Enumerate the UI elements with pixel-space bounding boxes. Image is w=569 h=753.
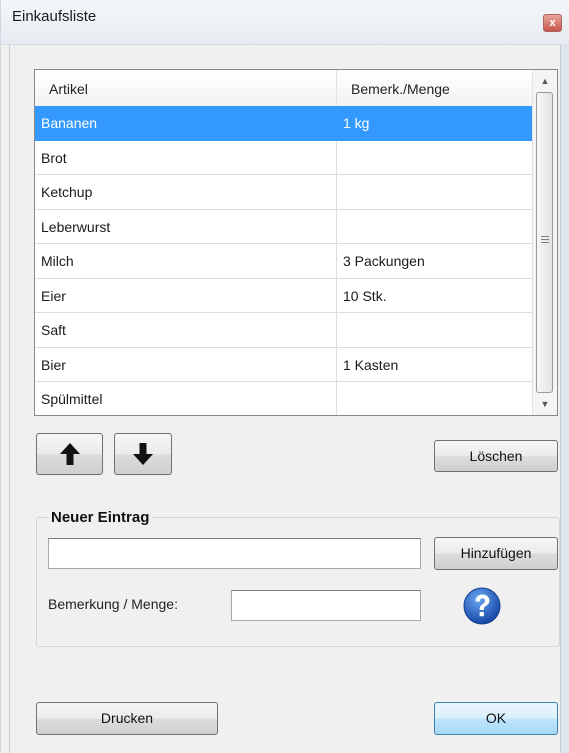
list-item-note: 10 Stk. bbox=[343, 287, 387, 304]
move-up-button[interactable] bbox=[36, 433, 103, 475]
list-rows: Bananen 1 kg Brot Ketchup Leberwurst Milch 3 P… bbox=[35, 106, 532, 415]
list-item-name: Saft bbox=[35, 313, 337, 347]
window-frame-right bbox=[560, 44, 569, 753]
list-item[interactable]: Leberwurst bbox=[35, 209, 532, 244]
list-item-note: 1 kg bbox=[343, 115, 370, 131]
new-entry-title: Neuer Eintrag bbox=[48, 509, 153, 526]
window-frame-left bbox=[9, 44, 10, 753]
list-item[interactable]: Eier 10 Stk. bbox=[35, 278, 532, 313]
list-item-note bbox=[337, 313, 532, 347]
window-title: Einkaufsliste bbox=[12, 8, 97, 25]
list-header: Artikel Bemerk./Menge bbox=[35, 70, 532, 107]
column-header-note[interactable]: Bemerk./Menge bbox=[337, 70, 532, 106]
list-item-note bbox=[337, 210, 532, 244]
list-item-name: Bier bbox=[35, 347, 337, 382]
move-down-button[interactable] bbox=[114, 433, 172, 475]
arrow-up-icon bbox=[59, 443, 80, 465]
list-item[interactable]: Ketchup bbox=[35, 175, 532, 210]
list-item[interactable]: Brot bbox=[35, 140, 532, 175]
list-item-name: Bananen bbox=[35, 106, 337, 140]
close-button[interactable]: x bbox=[543, 14, 562, 32]
list-item-note bbox=[337, 141, 532, 175]
list-item-note: 3 Packungen bbox=[343, 253, 425, 269]
list-item[interactable]: Spülmittel bbox=[35, 382, 532, 415]
list-item-note bbox=[337, 175, 532, 209]
scrollbar-grip-icon bbox=[541, 236, 549, 245]
list-item-name: Leberwurst bbox=[35, 209, 337, 244]
list-item[interactable]: Bier 1 Kasten bbox=[35, 347, 532, 382]
scroll-down-arrow-icon[interactable]: ▼ bbox=[533, 393, 557, 415]
add-button[interactable]: Hinzufügen bbox=[434, 537, 558, 570]
close-icon: x bbox=[549, 17, 556, 29]
help-button[interactable] bbox=[463, 587, 501, 625]
list-item-name: Spülmittel bbox=[35, 382, 337, 415]
help-icon bbox=[463, 587, 501, 625]
column-header-item[interactable]: Artikel bbox=[35, 70, 337, 106]
list-item-name: Brot bbox=[35, 140, 337, 175]
list-item-name: Milch bbox=[35, 244, 337, 278]
title-bar[interactable]: Einkaufsliste x bbox=[1, 0, 569, 45]
ok-button[interactable]: OK bbox=[434, 702, 558, 735]
delete-button[interactable]: Löschen bbox=[434, 440, 558, 472]
list-item-name: Eier bbox=[35, 278, 337, 313]
new-item-input[interactable] bbox=[48, 538, 421, 569]
list-item[interactable]: Bananen 1 kg bbox=[35, 106, 532, 141]
shopping-list-view[interactable]: Artikel Bemerk./Menge Bananen 1 kg Brot Ket… bbox=[34, 69, 558, 416]
arrow-down-icon bbox=[133, 443, 153, 465]
print-button[interactable]: Drucken bbox=[36, 702, 218, 735]
list-item[interactable]: Milch 3 Packungen bbox=[35, 244, 532, 279]
shopping-list-window: Einkaufsliste x Artikel Bemerk./Menge Ba… bbox=[0, 0, 569, 753]
list-item-note bbox=[337, 382, 532, 415]
list-item[interactable]: Saft bbox=[35, 313, 532, 348]
scrollbar-thumb[interactable] bbox=[536, 92, 553, 393]
list-item-name: Ketchup bbox=[35, 175, 337, 209]
scroll-up-arrow-icon[interactable]: ▲ bbox=[533, 70, 557, 92]
list-item-note: 1 Kasten bbox=[343, 356, 399, 373]
note-input[interactable] bbox=[231, 590, 421, 621]
note-label: Bemerkung / Menge: bbox=[48, 596, 178, 612]
vertical-scrollbar[interactable]: ▲ ▼ bbox=[532, 70, 557, 415]
